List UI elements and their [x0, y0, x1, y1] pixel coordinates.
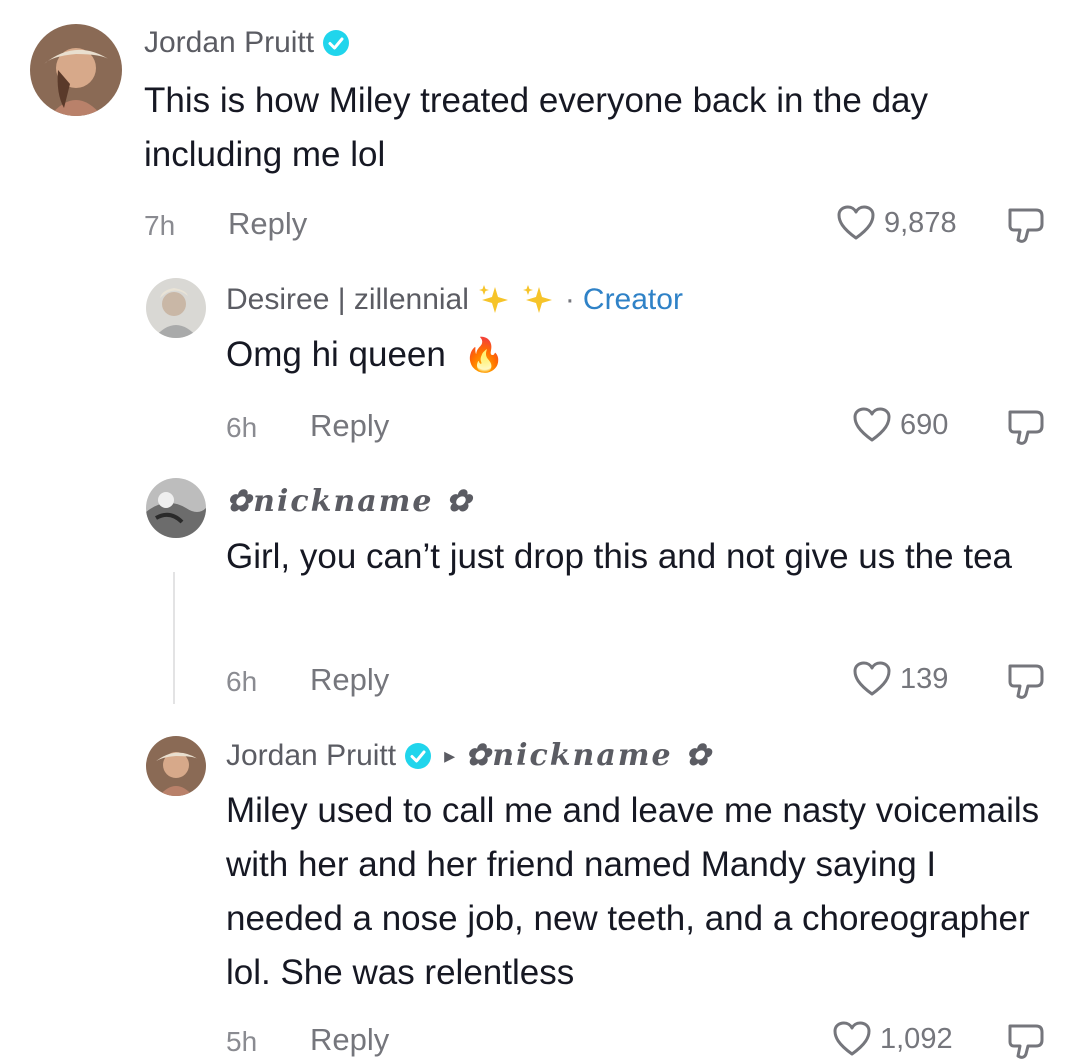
like-count: 139 — [900, 662, 949, 695]
username-text[interactable]: Desiree | zillennial — [226, 283, 469, 317]
comment-text: Girl, you can’t just drop this and not g… — [226, 537, 1012, 576]
reply-to-username[interactable]: ✿nickname ✿ — [465, 738, 712, 773]
like-button[interactable]: 9,878 — [836, 204, 957, 242]
reply-button[interactable]: Reply — [228, 206, 307, 242]
dislike-icon[interactable] — [1004, 406, 1048, 448]
heart-icon — [853, 407, 891, 442]
verified-badge-icon — [405, 742, 432, 769]
reply-button[interactable]: Reply — [310, 662, 389, 698]
heart-icon — [833, 1021, 871, 1056]
dislike-icon[interactable] — [1004, 204, 1048, 246]
like-button[interactable]: 690 — [852, 406, 948, 444]
heart-icon — [837, 205, 875, 240]
thread-line — [173, 572, 175, 704]
like-count: 690 — [900, 408, 949, 441]
avatar-desiree[interactable] — [146, 278, 206, 338]
dislike-icon[interactable] — [1004, 660, 1048, 702]
comment-text-body: Omg hi queen — [226, 335, 446, 374]
comment-username[interactable]: Desiree | zillennial · Creator — [226, 281, 683, 319]
avatar-jordan-pruitt[interactable] — [146, 736, 206, 796]
reply-button[interactable]: Reply — [310, 408, 389, 444]
separator-dot: · — [564, 283, 575, 316]
avatar-jordan-pruitt[interactable] — [30, 24, 122, 116]
reply-arrow-icon: ▸ — [444, 742, 456, 768]
comment-timestamp: 7h — [144, 210, 176, 241]
comment-username[interactable]: ✿nickname ✿ — [226, 484, 473, 519]
comment-timestamp: 6h — [226, 666, 258, 697]
comment-text: Miley used to call me and leave me nasty… — [226, 791, 1040, 992]
like-button[interactable]: 1,092 — [832, 1020, 953, 1058]
like-button[interactable]: 139 — [852, 660, 948, 698]
sparkles-icon — [478, 285, 508, 313]
comment-text: Omg hi queen 🔥 — [226, 328, 1046, 382]
comment-text: This is how Miley treated everyone back … — [144, 81, 928, 174]
comment-timestamp: 5h — [226, 1026, 258, 1057]
creator-badge: Creator — [582, 283, 683, 316]
dislike-icon[interactable] — [1004, 1020, 1048, 1062]
username-text[interactable]: Jordan Pruitt — [226, 739, 396, 773]
comment-username[interactable]: Jordan Pruitt — [144, 26, 350, 60]
sparkles-icon — [522, 285, 552, 313]
username-text[interactable]: ✿nickname ✿ — [226, 484, 473, 519]
avatar-nickname[interactable] — [146, 478, 206, 538]
like-count: 9,878 — [884, 206, 957, 239]
heart-icon — [853, 661, 891, 696]
verified-badge-icon — [323, 30, 350, 56]
comment-timestamp: 6h — [226, 412, 258, 443]
reply-button[interactable]: Reply — [310, 1022, 389, 1058]
fire-emoji-icon: 🔥 — [463, 336, 505, 373]
username-text[interactable]: Jordan Pruitt — [144, 26, 314, 60]
comment-username[interactable]: Jordan Pruitt ▸ ✿nickname ✿ — [226, 738, 712, 773]
